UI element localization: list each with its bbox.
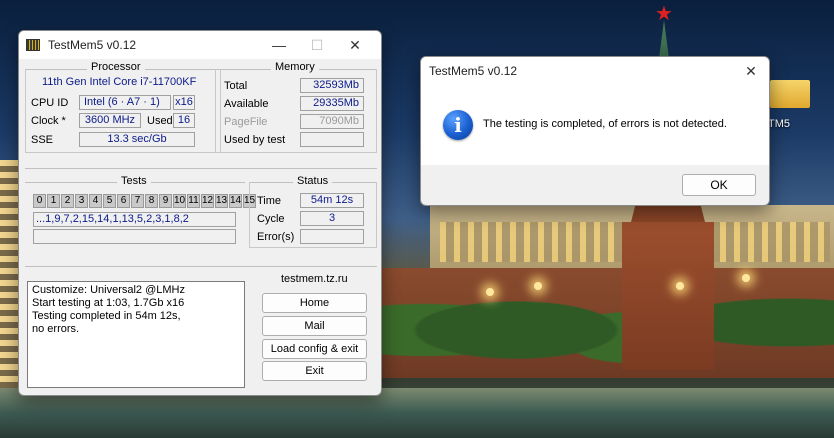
available-label: Available bbox=[224, 98, 269, 110]
folder-icon[interactable] bbox=[770, 80, 810, 108]
log-line: no errors. bbox=[32, 323, 80, 335]
errors-label: Error(s) bbox=[257, 231, 295, 243]
memory-title: Memory bbox=[271, 61, 319, 73]
cycle-label: Cycle bbox=[257, 213, 285, 225]
total-value: 32593Mb bbox=[300, 78, 364, 93]
tests-sequence: ...1,9,7,2,15,14,1,13,5,2,3,1,8,2 bbox=[33, 212, 236, 227]
info-icon: i bbox=[443, 110, 473, 140]
test-indicator-5: 5 bbox=[103, 194, 116, 208]
pagefile-value: 7090Mb bbox=[300, 114, 364, 129]
used-threads-label: Used bbox=[147, 115, 173, 127]
trees-shape bbox=[380, 240, 834, 390]
cpu-threads-value: x16 bbox=[173, 95, 195, 110]
dialog-message: The testing is completed, of errors is n… bbox=[483, 118, 727, 130]
exit-button[interactable]: Exit bbox=[262, 361, 367, 381]
star-icon: ★ bbox=[655, 3, 673, 25]
dialog-titlebar[interactable]: TestMem5 v0.12 ✕ bbox=[421, 57, 769, 85]
test-indicator-0: 0 bbox=[33, 194, 46, 208]
lamp-light bbox=[486, 288, 494, 296]
test-indicator-1: 1 bbox=[47, 194, 60, 208]
time-label: Time bbox=[257, 195, 282, 207]
errors-value bbox=[300, 229, 364, 244]
test-indicator-12: 12 bbox=[201, 194, 214, 208]
desktop-icon-label[interactable]: TM5 bbox=[768, 118, 790, 130]
log-textarea[interactable]: Customize: Universal2 @LMHz Start testing… bbox=[27, 281, 245, 388]
memory-chip-icon bbox=[26, 39, 40, 51]
test-indicator-11: 11 bbox=[187, 194, 200, 208]
test-indicator-7: 7 bbox=[131, 194, 144, 208]
log-line: Testing completed in 54m 12s, bbox=[32, 310, 181, 322]
log-line: Start testing at 1:03, 1.7Gb x16 bbox=[32, 297, 185, 309]
status-title: Status bbox=[293, 175, 333, 187]
left-building bbox=[0, 160, 20, 390]
mail-button[interactable]: Mail bbox=[262, 316, 367, 336]
available-value: 29335Mb bbox=[300, 96, 364, 111]
load-config-exit-button[interactable]: Load config & exit bbox=[262, 339, 367, 359]
sse-label: SSE bbox=[31, 134, 54, 146]
log-line: Customize: Universal2 @LMHz bbox=[32, 284, 185, 296]
clock-label: Clock * bbox=[31, 115, 66, 127]
tests-title: Tests bbox=[117, 175, 151, 187]
test-indicator-2: 2 bbox=[61, 194, 74, 208]
cycle-value: 3 bbox=[300, 211, 364, 226]
dialog-body: i The testing is completed, of errors is… bbox=[421, 85, 769, 165]
window-title: TestMem5 v0.12 bbox=[48, 38, 137, 52]
test-indicator-9: 9 bbox=[159, 194, 172, 208]
pagefile-label: PageFile bbox=[224, 116, 268, 128]
tower-shape bbox=[622, 222, 714, 370]
clock-value: 3600 MHz bbox=[79, 113, 141, 128]
time-value: 54m 12s bbox=[300, 193, 364, 208]
cpu-id-label: CPU ID bbox=[31, 97, 69, 109]
tests-indicator-row: 0 1 2 3 4 5 6 7 8 9 10 11 12 13 14 15 bbox=[33, 194, 257, 208]
cpu-name: 11th Gen Intel Core i7-11700KF bbox=[42, 76, 197, 88]
close-button[interactable]: ✕ bbox=[337, 31, 373, 59]
processor-title: Processor bbox=[87, 61, 145, 73]
dialog-title: TestMem5 v0.12 bbox=[429, 64, 518, 78]
maximize-button[interactable]: ☐ bbox=[299, 31, 335, 59]
website-title: testmem.tz.ru bbox=[277, 273, 352, 285]
section-divider bbox=[25, 168, 377, 169]
completion-dialog: TestMem5 v0.12 ✕ i The testing is comple… bbox=[420, 56, 770, 206]
main-titlebar[interactable]: TestMem5 v0.12 — ☐ ✕ bbox=[19, 31, 381, 59]
test-indicator-13: 13 bbox=[215, 194, 228, 208]
test-indicator-3: 3 bbox=[75, 194, 88, 208]
cpu-id-value: Intel (6 · A7 · 1) bbox=[79, 95, 171, 110]
total-label: Total bbox=[224, 80, 248, 92]
testmem-main-window: TestMem5 v0.12 — ☐ ✕ Processor 11th Gen … bbox=[18, 30, 382, 396]
test-indicator-10: 10 bbox=[173, 194, 186, 208]
section-divider bbox=[25, 266, 377, 267]
lamp-light bbox=[742, 274, 750, 282]
test-indicator-14: 14 bbox=[229, 194, 242, 208]
minimize-button[interactable]: — bbox=[261, 31, 297, 59]
test-indicator-4: 4 bbox=[89, 194, 102, 208]
dialog-close-button[interactable]: ✕ bbox=[733, 57, 769, 85]
used-by-test-value bbox=[300, 132, 364, 147]
home-button[interactable]: Home bbox=[262, 293, 367, 313]
ok-button[interactable]: OK bbox=[682, 174, 756, 196]
sse-value: 13.3 sec/Gb bbox=[79, 132, 195, 147]
tests-progress-bar bbox=[33, 229, 236, 244]
used-by-test-label: Used by test bbox=[224, 134, 286, 146]
test-indicator-8: 8 bbox=[145, 194, 158, 208]
lamp-light bbox=[676, 282, 684, 290]
lamp-light bbox=[534, 282, 542, 290]
test-indicator-6: 6 bbox=[117, 194, 130, 208]
used-threads-value: 16 bbox=[173, 113, 195, 128]
